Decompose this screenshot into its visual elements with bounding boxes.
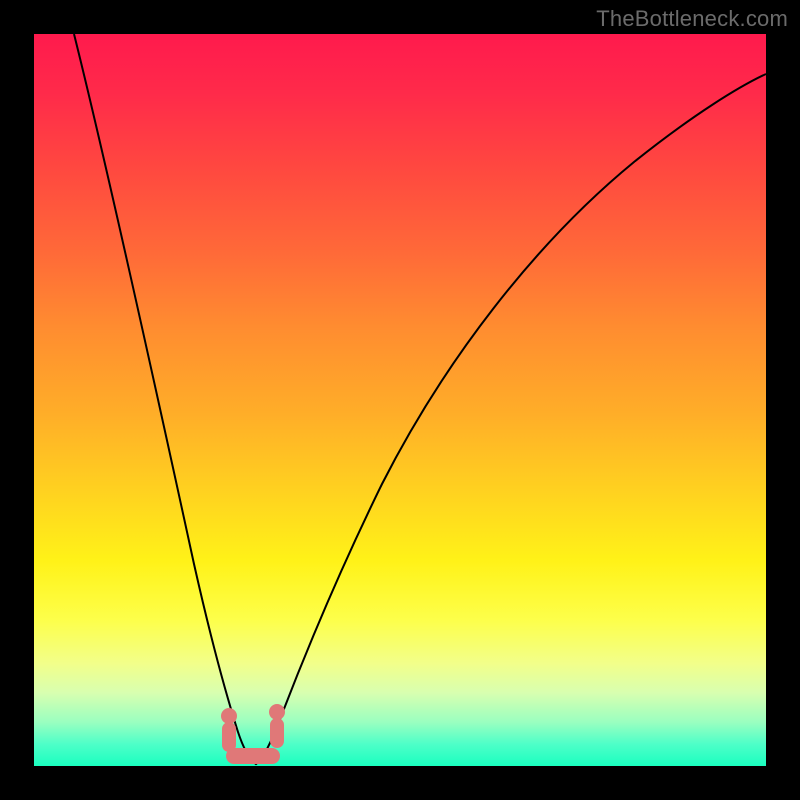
marker-bar (226, 748, 280, 764)
marker-right (269, 704, 285, 748)
marker-left (221, 708, 237, 752)
plot-area (34, 34, 766, 766)
watermark-text: TheBottleneck.com (596, 6, 788, 32)
curve-path (74, 34, 766, 764)
bottleneck-curve (34, 34, 766, 766)
chart-frame: TheBottleneck.com (0, 0, 800, 800)
